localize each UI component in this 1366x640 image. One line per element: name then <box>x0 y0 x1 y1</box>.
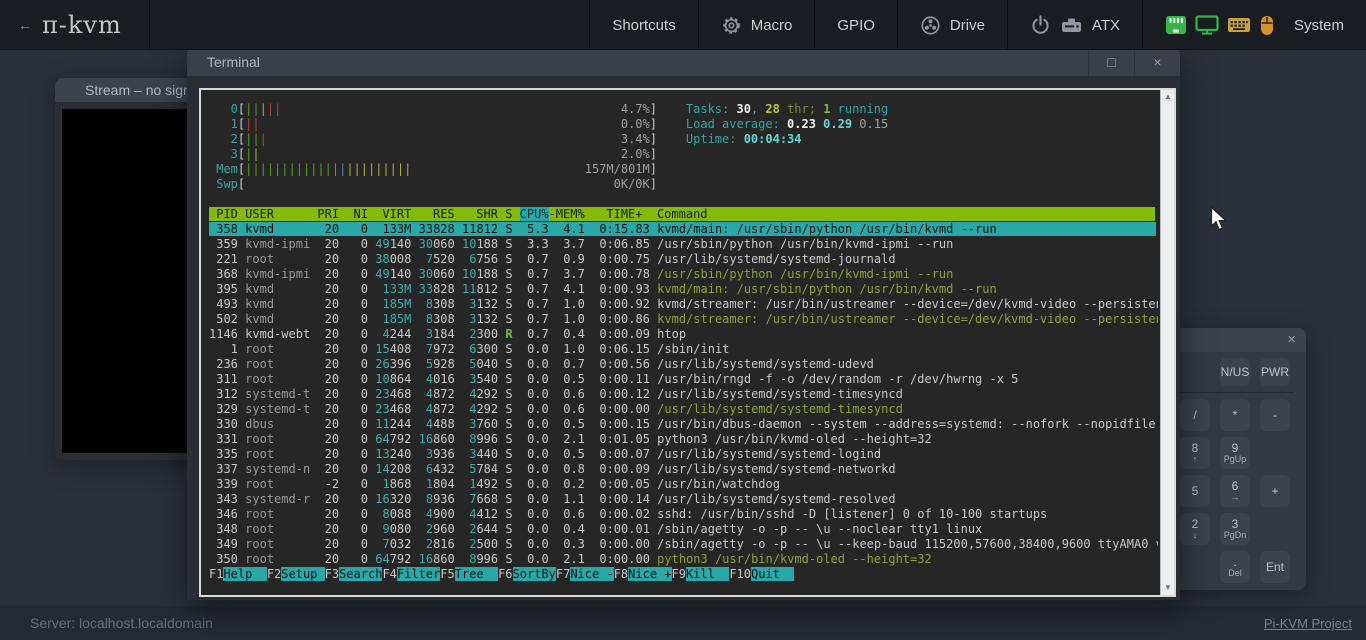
key-numpad-2[interactable]: 2↓ <box>1180 513 1210 545</box>
mouse-status-icon <box>1259 15 1275 36</box>
htop-screen[interactable]: 0[||||| 4.7%] Tasks: 30, 28 thr; 1 runni… <box>201 90 1158 595</box>
ethernet-status-icon <box>1165 15 1187 36</box>
key-numlock[interactable]: N/US <box>1220 358 1250 386</box>
gear-icon <box>721 15 742 36</box>
menu-item-drive[interactable]: Drive <box>897 0 1007 50</box>
system-label: System <box>1294 17 1344 34</box>
mouse-cursor-icon <box>1210 206 1228 237</box>
key-numpad-8[interactable]: 8↑ <box>1180 437 1210 469</box>
menu-item-system[interactable]: System <box>1142 0 1366 50</box>
scroll-down-button[interactable]: ▼ <box>1161 581 1175 595</box>
display-status-icon <box>1195 15 1219 36</box>
logo-text: π-kvm <box>42 11 122 39</box>
key-plus[interactable]: + <box>1260 475 1290 507</box>
keyboard-status-icon <box>1227 15 1251 36</box>
terminal-titlebar[interactable]: Terminal □ × <box>187 48 1180 76</box>
app-logo[interactable]: ← π-kvm <box>0 0 150 50</box>
topbar: ← π-kvm Shortcuts Macro GPIO Drive ATX <box>0 0 1366 50</box>
maximize-button[interactable]: □ <box>1088 48 1134 76</box>
menu-item-gpio[interactable]: GPIO <box>814 0 897 50</box>
drive-label: Drive <box>950 17 985 34</box>
key-power[interactable]: PWR <box>1260 358 1290 386</box>
key-delete[interactable]: .Del <box>1220 551 1250 583</box>
status-icons <box>1165 15 1275 36</box>
fan-icon <box>920 15 941 36</box>
key-numpad-9[interactable]: 9PgUp <box>1220 437 1250 469</box>
power-icon <box>1030 14 1051 36</box>
topbar-menu: Shortcuts Macro GPIO Drive ATX <box>589 0 1366 50</box>
key-numpad-5[interactable]: 5 <box>1180 475 1210 507</box>
key-minus[interactable]: - <box>1260 399 1290 431</box>
terminal-window: Terminal □ × 0[||||| 4.7%] Tasks: 30, 28… <box>187 48 1180 600</box>
gpio-label: GPIO <box>837 17 875 34</box>
close-icon[interactable]: × <box>1287 328 1296 352</box>
menu-item-shortcuts[interactable]: Shortcuts <box>589 0 697 50</box>
key-numpad-6[interactable]: 6→ <box>1220 475 1250 507</box>
desktop: Server: localhost.localdomain Pi-KVM Pro… <box>0 0 1366 640</box>
pikvm-project-link[interactable]: Pi-KVM Project <box>1264 616 1352 631</box>
key-enter[interactable]: Ent <box>1260 551 1290 583</box>
key-multiply[interactable]: * <box>1220 399 1250 431</box>
server-label: Server: localhost.localdomain <box>30 615 213 631</box>
atx-label: ATX <box>1092 17 1120 34</box>
back-arrow-icon: ← <box>18 17 32 33</box>
key-divide[interactable]: / <box>1180 399 1210 431</box>
terminal-title: Terminal <box>187 54 1088 70</box>
menu-item-macro[interactable]: Macro <box>698 0 815 50</box>
footer-bar: Server: localhost.localdomain Pi-KVM Pro… <box>0 606 1366 640</box>
shortcuts-label: Shortcuts <box>612 17 675 34</box>
terminal-scrollbar[interactable]: ▲ ▼ <box>1160 90 1174 595</box>
terminal-box: 0[||||| 4.7%] Tasks: 30, 28 thr; 1 runni… <box>199 88 1176 597</box>
macro-label: Macro <box>751 17 793 34</box>
close-button[interactable]: × <box>1134 48 1180 76</box>
key-numpad-3[interactable]: 3PgDn <box>1220 513 1250 545</box>
case-icon <box>1060 15 1083 36</box>
menu-item-atx[interactable]: ATX <box>1007 0 1142 50</box>
scroll-up-button[interactable]: ▲ <box>1161 90 1175 104</box>
